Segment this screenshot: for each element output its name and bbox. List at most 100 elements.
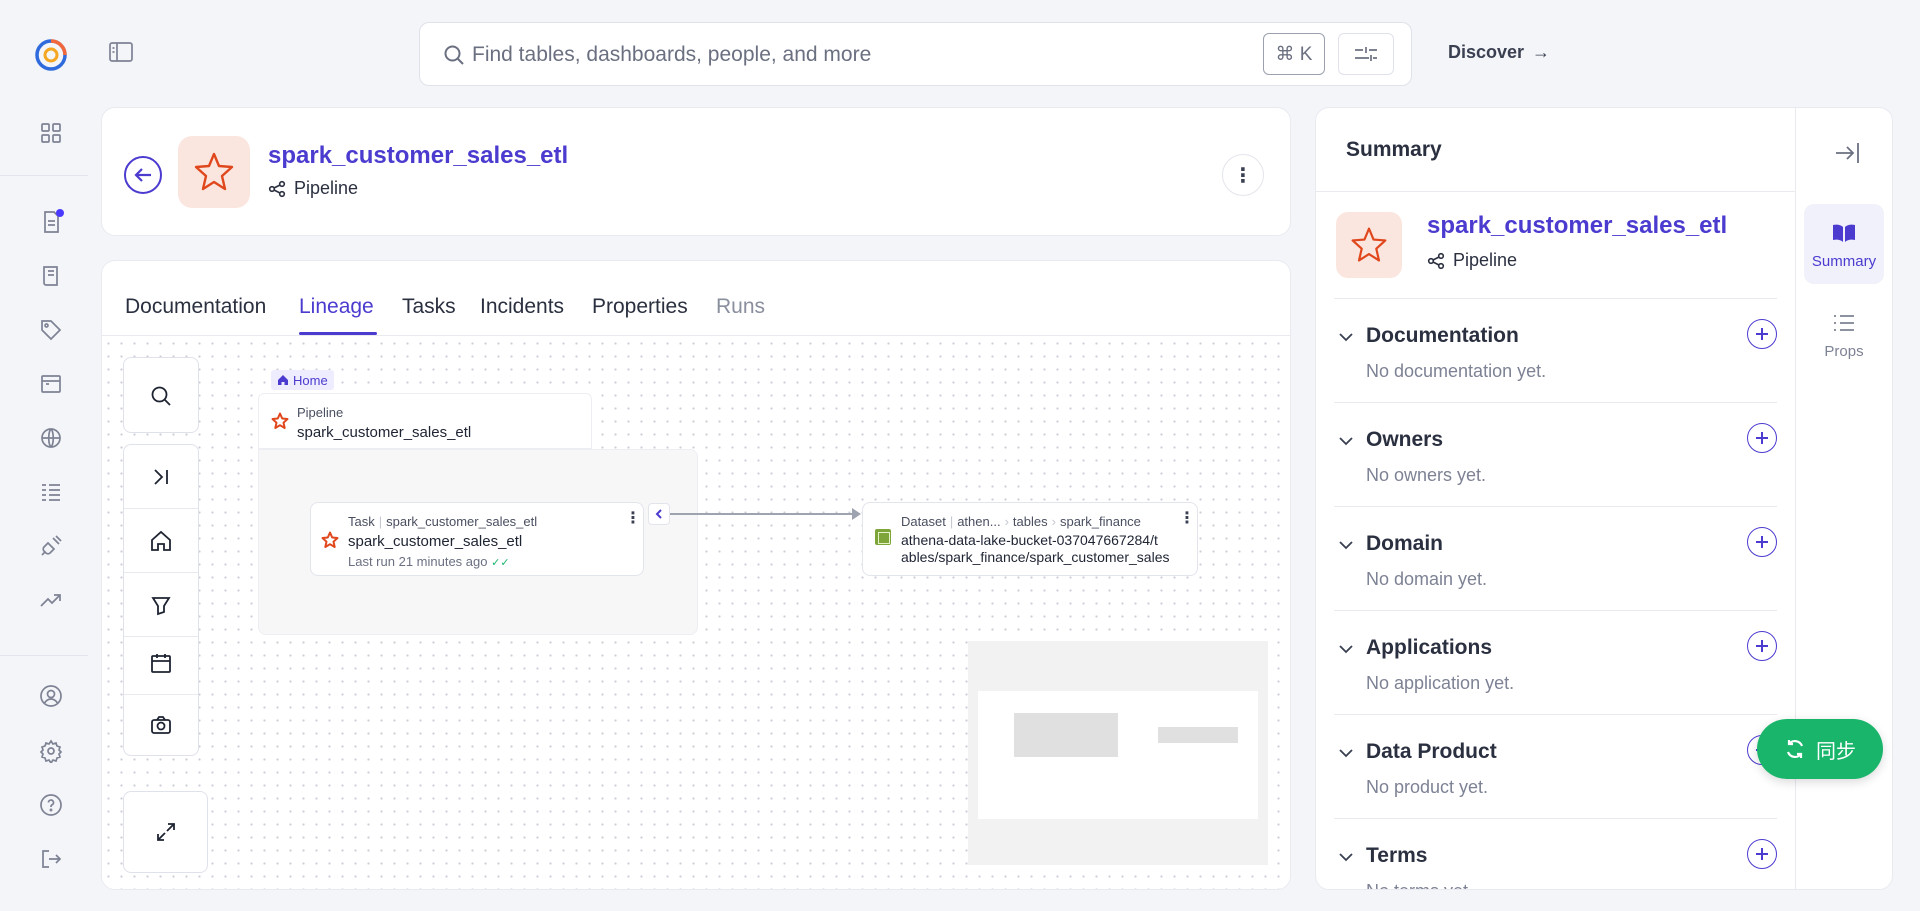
lineage-minimap[interactable] bbox=[968, 641, 1268, 865]
back-arrow-button[interactable] bbox=[124, 156, 162, 194]
calendar-icon[interactable] bbox=[124, 631, 198, 695]
search-input[interactable] bbox=[472, 39, 1172, 71]
camera-icon[interactable] bbox=[124, 693, 198, 757]
section-title[interactable]: Data Product bbox=[1366, 740, 1497, 764]
dataset-node-kebab-icon[interactable]: ⋮ bbox=[1179, 511, 1195, 527]
section-domain: Domain No domain yet. bbox=[1334, 506, 1777, 610]
fullscreen-button[interactable] bbox=[123, 791, 208, 873]
entity-tabs: Documentation Lineage Tasks Incidents Pr… bbox=[102, 261, 1290, 336]
tags-icon[interactable] bbox=[37, 316, 65, 344]
domains-globe-icon[interactable] bbox=[37, 424, 65, 452]
add-term-button[interactable] bbox=[1747, 839, 1777, 869]
chevron-down-icon[interactable] bbox=[1338, 745, 1354, 761]
dataset-table-icon bbox=[875, 529, 891, 545]
rail-divider bbox=[0, 655, 88, 656]
tab-runs[interactable]: Runs bbox=[716, 295, 765, 319]
close-panel-icon[interactable] bbox=[1832, 138, 1864, 170]
minimap-node bbox=[1158, 727, 1238, 743]
add-application-button[interactable] bbox=[1747, 631, 1777, 661]
chevron-down-icon[interactable] bbox=[1338, 537, 1354, 553]
more-options-kebab-icon[interactable]: ⋮ bbox=[1222, 154, 1264, 196]
section-empty-text: No documentation yet. bbox=[1366, 361, 1547, 381]
tab-lineage[interactable]: Lineage bbox=[299, 295, 374, 319]
glossary-book-icon[interactable] bbox=[37, 262, 65, 290]
pipeline-type-label: Pipeline bbox=[297, 405, 344, 420]
section-applications: Applications No application yet. bbox=[1334, 610, 1777, 714]
expand-arrows-icon bbox=[124, 800, 208, 864]
discover-label: Discover bbox=[1448, 42, 1525, 62]
section-title[interactable]: Applications bbox=[1366, 636, 1492, 660]
list-icon bbox=[1834, 314, 1854, 331]
sidebar-toggle-icon[interactable] bbox=[108, 41, 136, 65]
collapse-chevron-left-icon[interactable] bbox=[648, 503, 670, 525]
entity-type-text: Pipeline bbox=[294, 178, 359, 198]
book-open-icon bbox=[1833, 224, 1855, 242]
summary-entity-type: Pipeline bbox=[1427, 250, 1517, 271]
home-icon[interactable] bbox=[124, 509, 198, 573]
tab-documentation[interactable]: Documentation bbox=[125, 295, 266, 319]
logout-icon[interactable] bbox=[37, 845, 65, 873]
search-filter-button[interactable] bbox=[1338, 33, 1394, 75]
minimap-node bbox=[1014, 713, 1118, 757]
help-icon[interactable] bbox=[37, 791, 65, 819]
filter-funnel-icon[interactable] bbox=[124, 573, 198, 637]
observability-trend-icon[interactable] bbox=[37, 586, 65, 614]
lineage-controls-toolbar bbox=[123, 444, 199, 756]
pipeline-star-icon bbox=[271, 412, 289, 430]
profile-icon[interactable] bbox=[37, 682, 65, 710]
success-check-icon: ✓✓ bbox=[491, 557, 510, 569]
activity-feed-icon[interactable] bbox=[37, 208, 65, 236]
rail-divider bbox=[0, 175, 88, 176]
explore-grid-icon[interactable] bbox=[37, 119, 65, 147]
tab-tasks[interactable]: Tasks bbox=[402, 295, 456, 319]
pipeline-share-icon bbox=[268, 180, 286, 197]
task-name: spark_customer_sales_etl bbox=[348, 533, 523, 550]
lineage-edge[interactable] bbox=[670, 513, 856, 515]
entity-title[interactable]: spark_customer_sales_etl bbox=[268, 142, 568, 170]
summary-entity-name[interactable]: spark_customer_sales_etl bbox=[1427, 212, 1727, 240]
collapse-to-end-icon[interactable] bbox=[124, 445, 198, 509]
lineage-canvas[interactable]: Home Pipeline spark_customer_sales_etl T… bbox=[102, 337, 1290, 889]
task-node-kebab-icon[interactable]: ⋮ bbox=[625, 511, 641, 527]
data-quality-list-icon[interactable] bbox=[37, 478, 65, 506]
section-title[interactable]: Domain bbox=[1366, 532, 1443, 556]
section-title[interactable]: Terms bbox=[1366, 844, 1427, 868]
add-domain-button[interactable] bbox=[1747, 527, 1777, 557]
side-tab-label: Props bbox=[1824, 342, 1864, 360]
side-tab-summary[interactable]: Summary bbox=[1804, 204, 1884, 284]
dataset-name-line1: athena-data-lake-bucket-037047667284/t bbox=[901, 532, 1158, 548]
side-tab-props[interactable]: Props bbox=[1804, 294, 1884, 374]
search-icon bbox=[124, 364, 198, 428]
insights-window-icon[interactable] bbox=[37, 370, 65, 398]
dataset-type-label: Dataset bbox=[901, 514, 946, 529]
chevron-down-icon[interactable] bbox=[1338, 849, 1354, 865]
global-search-bar: ⌘ K bbox=[419, 22, 1412, 86]
tab-incidents[interactable]: Incidents bbox=[480, 295, 564, 319]
add-owner-button[interactable] bbox=[1747, 423, 1777, 453]
home-icon bbox=[278, 375, 288, 385]
section-empty-text: No domain yet. bbox=[1366, 569, 1488, 589]
discover-link[interactable]: Discover → bbox=[1448, 42, 1550, 63]
edge-arrowhead bbox=[852, 508, 861, 520]
section-title[interactable]: Owners bbox=[1366, 428, 1443, 452]
section-empty-text: No application yet. bbox=[1366, 673, 1515, 693]
settings-gear-icon[interactable] bbox=[37, 737, 65, 765]
app-logo[interactable] bbox=[34, 38, 68, 72]
home-tag[interactable]: Home bbox=[271, 370, 334, 390]
sync-button[interactable]: 同步 bbox=[1757, 719, 1883, 779]
section-title[interactable]: Documentation bbox=[1366, 324, 1519, 348]
section-documentation: Documentation No documentation yet. bbox=[1334, 298, 1777, 402]
chevron-down-icon[interactable] bbox=[1338, 641, 1354, 657]
pipeline-share-icon bbox=[1427, 252, 1445, 269]
tab-properties[interactable]: Properties bbox=[592, 295, 688, 319]
add-documentation-button[interactable] bbox=[1747, 319, 1777, 349]
chevron-down-icon[interactable] bbox=[1338, 433, 1354, 449]
settings-plug-icon[interactable] bbox=[37, 532, 65, 560]
task-breadcrumb: Task | spark_customer_sales_etl bbox=[348, 514, 538, 529]
section-empty-text: No terms yet. bbox=[1366, 881, 1473, 889]
chevron-down-icon[interactable] bbox=[1338, 329, 1354, 345]
lineage-search-tool[interactable] bbox=[123, 357, 199, 433]
pipeline-group-header[interactable]: Pipeline spark_customer_sales_etl bbox=[258, 393, 592, 449]
dataset-node[interactable]: Dataset | athen... › tables › spark_finance at… bbox=[862, 502, 1198, 576]
task-node[interactable]: Task | spark_customer_sales_etl spark_cust… bbox=[310, 502, 644, 576]
